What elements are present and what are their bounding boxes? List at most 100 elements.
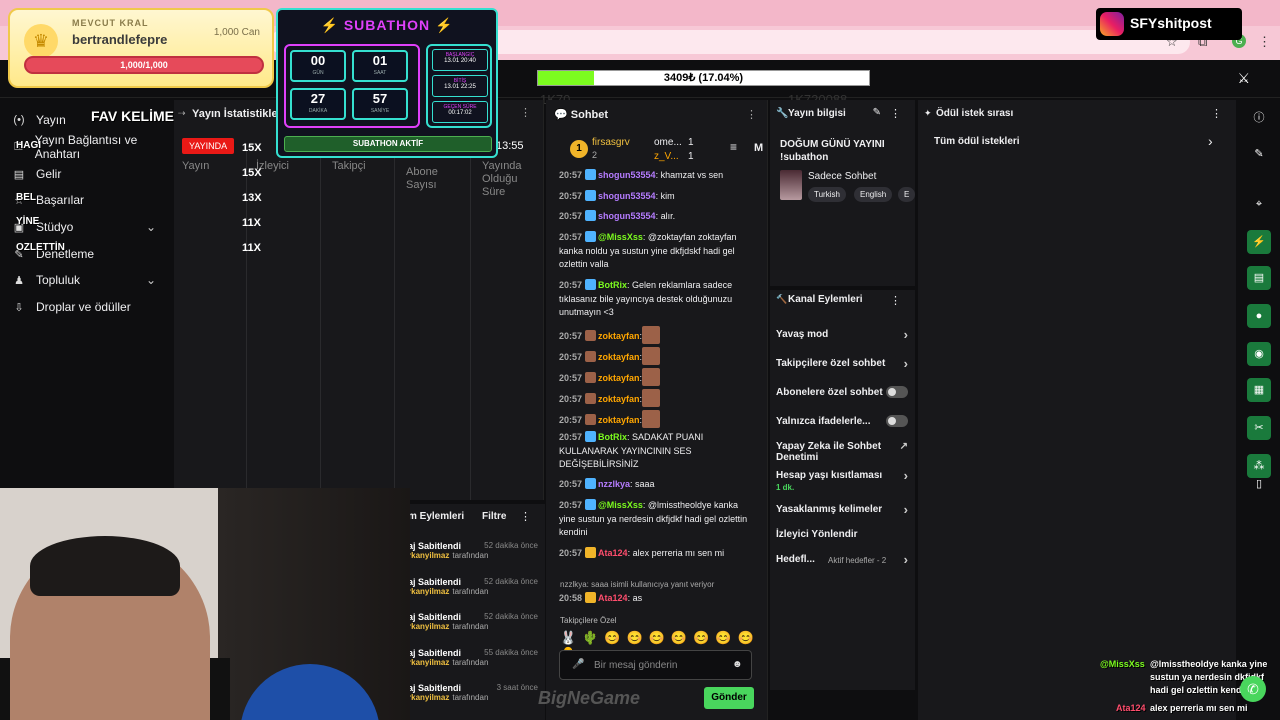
sidebar-item[interactable]: ▤ Gelir	[12, 162, 62, 186]
chat-message: 20:57 zoktayfan:	[559, 347, 755, 365]
chat-message: 20:57 zoktayfan:	[559, 389, 755, 407]
sidebar-item[interactable]: ♟ Topluluk ⌄	[12, 268, 156, 292]
chevron-right-icon: ›	[903, 327, 908, 342]
mic-icon[interactable]: 🎤	[572, 659, 584, 670]
sidebar-item[interactable]: ⇩ Droplar ve ödüller	[12, 295, 130, 319]
tag[interactable]: English	[854, 187, 893, 202]
top-gifter-name[interactable]: firsasgrv	[592, 137, 630, 148]
channel-actions-menu-icon[interactable]: ⋮	[890, 294, 901, 307]
message-user[interactable]: zoktayfan	[598, 352, 640, 362]
layout-icon[interactable]: ▦	[1247, 378, 1271, 402]
channel-action-label: Yapay Zeka ile Sohbet Denetimi	[776, 441, 882, 463]
sidebar-item-label: Stüdyo	[36, 220, 74, 234]
fav-count: 11X	[242, 217, 261, 229]
all-reward-requests[interactable]: Tüm ödül istekleri	[934, 136, 1020, 147]
chat-input[interactable]: Bir mesaj gönderin	[559, 650, 752, 680]
top-rank-badge: 1	[570, 140, 588, 158]
timer-box: 00 GÜN	[290, 50, 346, 82]
message-time: 20:57	[559, 373, 583, 383]
reward-menu-icon[interactable]: ⋮	[1211, 107, 1222, 120]
note-icon[interactable]: ▤	[1247, 266, 1271, 290]
mod-action-text: aj Sabitlendi	[408, 576, 462, 587]
emoji-icon[interactable]: ☻	[732, 659, 743, 670]
channel-action-row[interactable]: Takipçilere özel sohbet ›	[776, 357, 908, 370]
chat-message: 20:57 nzzlkya: saaa	[559, 478, 755, 492]
moderator-name[interactable]: rkanyilmaz	[408, 658, 449, 667]
message-user[interactable]: @MissXss	[598, 500, 643, 510]
channel-action-row[interactable]: Yasaklanmış kelimeler ›	[776, 503, 908, 516]
channel-action-row[interactable]: Yapay Zeka ile Sohbet Denetimi ↗	[776, 441, 908, 463]
chat-bubble-icon[interactable]: ●	[1247, 304, 1271, 328]
message-time: 20:57	[559, 479, 583, 489]
category-name[interactable]: Sadece Sohbet	[808, 171, 876, 182]
channel-action-row[interactable]: Abonelere özel sohbet	[776, 386, 908, 398]
crop-icon[interactable]: ⌖	[1247, 192, 1271, 216]
chevron-right-icon[interactable]: ›	[1208, 133, 1213, 149]
message-user[interactable]: shogun53554	[598, 191, 656, 201]
bolt-icon[interactable]: ⚡	[1247, 230, 1271, 254]
mod-action-by: rkanyilmaz tarafından	[408, 587, 538, 596]
message-user[interactable]: shogun53554	[598, 170, 656, 180]
tag[interactable]: Turkish	[808, 187, 846, 202]
message-text: : as	[627, 593, 643, 603]
instagram-handle: SFYshitpost	[1130, 15, 1212, 31]
mod-action-text: aj Sabitlendi	[408, 647, 462, 658]
stats-title: Yayın İstatistikleri	[192, 108, 285, 120]
donation-progress-bar: 3409₺ (17.04%)	[537, 70, 870, 86]
mod-action-by: rkanyilmaz tarafından	[408, 622, 538, 631]
stats-icon: ⇢	[178, 108, 186, 118]
sidebar-item[interactable]: (•) Yayın	[12, 108, 65, 132]
emote-icon	[642, 389, 661, 407]
channel-action-row[interactable]: İzleyici Yönlendir	[776, 529, 908, 540]
channel-action-row[interactable]: Yalnızca ifadelerle...	[776, 415, 908, 427]
filter-button[interactable]: Filtre	[482, 511, 506, 522]
moderator-name[interactable]: rkanyilmaz	[408, 551, 449, 560]
message-user[interactable]: BotRix	[598, 432, 627, 442]
book-icon[interactable]: ▯	[1247, 472, 1271, 496]
message-user[interactable]: @MissXss	[598, 232, 643, 242]
badge-icon	[585, 592, 597, 603]
info-menu-icon[interactable]: ⋮	[890, 107, 901, 120]
moderator-name[interactable]: rkanyilmaz	[408, 587, 449, 596]
message-user[interactable]: Ata124	[598, 593, 628, 603]
send-button[interactable]: Gönder	[704, 687, 754, 709]
message-user[interactable]: Ata124	[598, 548, 628, 558]
subathon-info-box: BAŞLANGIÇ 13.01 20:40	[432, 49, 488, 71]
menu-icon[interactable]: ⋮	[1258, 34, 1271, 50]
broadcast-icon[interactable]: ◉	[1247, 342, 1271, 366]
message-time: 20:58	[559, 593, 583, 603]
channel-action-row[interactable]: Hedefl... Aktif hedefler - 2 ›	[776, 553, 908, 566]
message-user[interactable]: zoktayfan	[598, 415, 640, 425]
mod-menu-icon[interactable]: ⋮	[520, 510, 531, 523]
whatsapp-icon: ✆	[1240, 676, 1266, 702]
live-badge: YAYINDA	[182, 138, 235, 154]
stats-menu-icon[interactable]: ⋮	[520, 106, 531, 119]
moderator-name[interactable]: rkanyilmaz	[408, 693, 449, 702]
message-user[interactable]: zoktayfan	[598, 331, 640, 341]
fav-count: 15X	[242, 167, 262, 179]
message-user[interactable]: zoktayfan	[598, 373, 640, 383]
channel-action-row[interactable]: Hesap yaşı kısıtlaması 1 dk. ›	[776, 469, 908, 493]
message-user[interactable]: zoktayfan	[598, 394, 640, 404]
message-user[interactable]: BotRix	[598, 280, 627, 290]
toggle-switch[interactable]	[886, 386, 908, 398]
edit-icon[interactable]: ✎	[873, 107, 881, 118]
filter-icon[interactable]: ≡	[730, 140, 737, 154]
chat-menu-icon[interactable]: ⋮	[746, 108, 757, 121]
moderator-name[interactable]: rkanyilmaz	[408, 622, 449, 631]
chat-message: 20:57 @MissXss: @zoktayfan zoktayfan kank…	[559, 231, 755, 272]
message-user[interactable]: shogun53554	[598, 211, 656, 221]
toggle-switch[interactable]	[886, 415, 908, 427]
message-user[interactable]: nzzlkya	[598, 479, 630, 489]
tool-icon[interactable]: ✂	[1247, 416, 1271, 440]
chat-message: 20:57 zoktayfan:	[559, 326, 755, 344]
tag[interactable]: E	[898, 187, 916, 202]
chat-message: 20:57 zoktayfan:	[559, 410, 755, 428]
pen-icon[interactable]: ✎	[1247, 142, 1271, 166]
channel-action-row[interactable]: Yavaş mod ›	[776, 327, 908, 342]
info-icon[interactable]: ⓘ	[1247, 106, 1271, 130]
top-gifter-2[interactable]: ome...	[654, 137, 682, 148]
badge-icon	[585, 169, 597, 180]
top-gifter-3[interactable]: z_V...	[654, 151, 679, 162]
subathon-info-box: GEÇEN SÜRE 00:17:02	[432, 101, 488, 123]
